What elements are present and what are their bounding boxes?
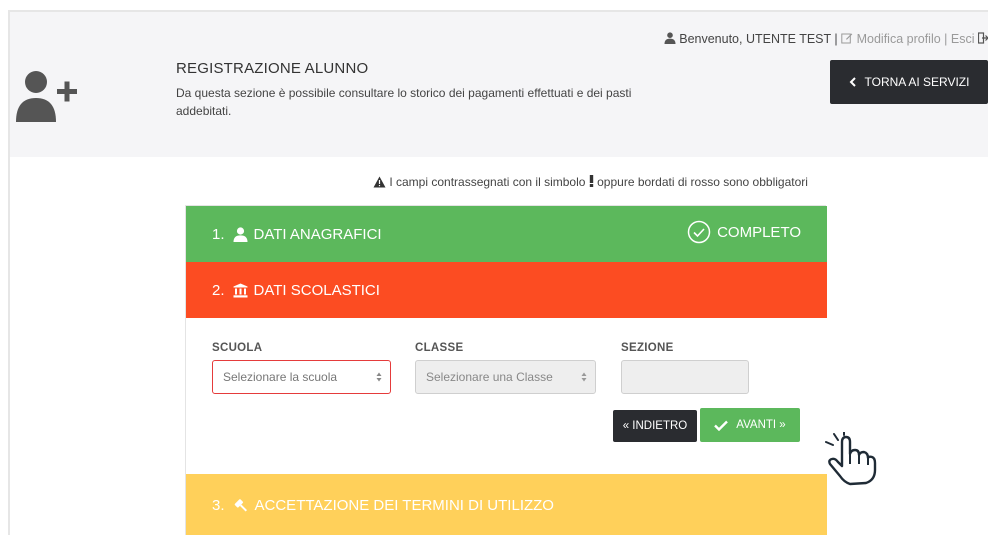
classe-select-value: Selezionare una Classe — [426, 370, 553, 384]
classe-select[interactable]: Selezionare una Classe — [415, 360, 596, 394]
user-icon — [233, 226, 248, 242]
user-menu: Benvenuto, UTENTE TEST | Modifica profil… — [664, 32, 988, 46]
step-dati-anagrafici[interactable]: 1. DATI ANAGRAFICI COMPLETO — [186, 206, 827, 262]
select-arrows-icon — [581, 372, 587, 382]
step-status-label: COMPLETO — [717, 223, 801, 241]
check-icon — [714, 420, 729, 431]
step-number: 3. — [212, 496, 225, 514]
step-status: COMPLETO — [687, 220, 801, 244]
page-header: Benvenuto, UTENTE TEST | Modifica profil… — [10, 12, 988, 157]
back-to-services-label: TORNA AI SERVIZI — [864, 75, 970, 89]
school-data-form: SCUOLA Selezionare la scuola CLASSE Sele… — [186, 318, 827, 474]
classe-label: CLASSE — [415, 342, 464, 354]
step-number: 1. — [212, 225, 225, 243]
scuola-select[interactable]: Selezionare la scuola — [212, 360, 391, 394]
notice-text-before: I campi contrassegnati con il simbolo — [389, 175, 586, 189]
scuola-select-value: Selezionare la scuola — [223, 370, 338, 384]
edit-icon — [841, 33, 853, 44]
back-to-services-button[interactable]: TORNA AI SERVIZI — [830, 60, 988, 104]
page-title: REGISTRAZIONE ALUNNO — [176, 60, 369, 77]
page-top — [0, 0, 988, 10]
next-button[interactable]: AVANTI » — [700, 408, 800, 442]
step-accettazione-termini[interactable]: 3. ACCETTAZIONE DEI TERMINI DI UTILIZZO — [186, 474, 827, 535]
sezione-field[interactable] — [621, 360, 749, 394]
menu-separator: | — [830, 32, 842, 46]
step-label: ACCETTAZIONE DEI TERMINI DI UTILIZZO — [254, 496, 554, 514]
pointer-hand-icon — [825, 432, 877, 486]
back-button[interactable]: « INDIETRO — [613, 410, 697, 442]
logout-icon[interactable] — [977, 32, 988, 44]
check-circle-icon — [687, 220, 711, 244]
sezione-label: SEZIONE — [621, 342, 674, 354]
add-user-icon — [16, 71, 77, 122]
step-label: DATI ANAGRAFICI — [253, 225, 382, 243]
bank-icon — [233, 283, 248, 298]
chevron-left-icon — [849, 77, 856, 87]
edit-profile-link[interactable]: Modifica profilo — [857, 32, 941, 46]
select-arrows-icon — [376, 372, 382, 382]
user-icon — [664, 32, 676, 44]
scuola-label: SCUOLA — [212, 342, 263, 354]
next-button-label: AVANTI » — [736, 419, 786, 431]
warning-icon — [373, 176, 386, 188]
welcome-text: Benvenuto, UTENTE TEST — [679, 32, 831, 46]
required-fields-notice: I campi contrassegnati con il simbolo op… — [373, 175, 808, 189]
step-number: 2. — [212, 281, 225, 299]
step-label: DATI SCOLASTICI — [253, 281, 380, 299]
notice-text-after: oppure bordati di rosso sono obbligatori — [597, 175, 808, 189]
menu-separator: | — [940, 32, 951, 46]
step-dati-scolastici[interactable]: 2. DATI SCOLASTICI — [186, 262, 827, 318]
gavel-icon — [233, 498, 249, 513]
registration-wizard: 1. DATI ANAGRAFICI COMPLETO 2. DATI SCOL… — [185, 205, 827, 535]
page-description: Da questa sezione è possibile consultare… — [176, 86, 632, 118]
exclamation-icon — [589, 175, 593, 187]
logout-link[interactable]: Esci — [951, 32, 975, 46]
